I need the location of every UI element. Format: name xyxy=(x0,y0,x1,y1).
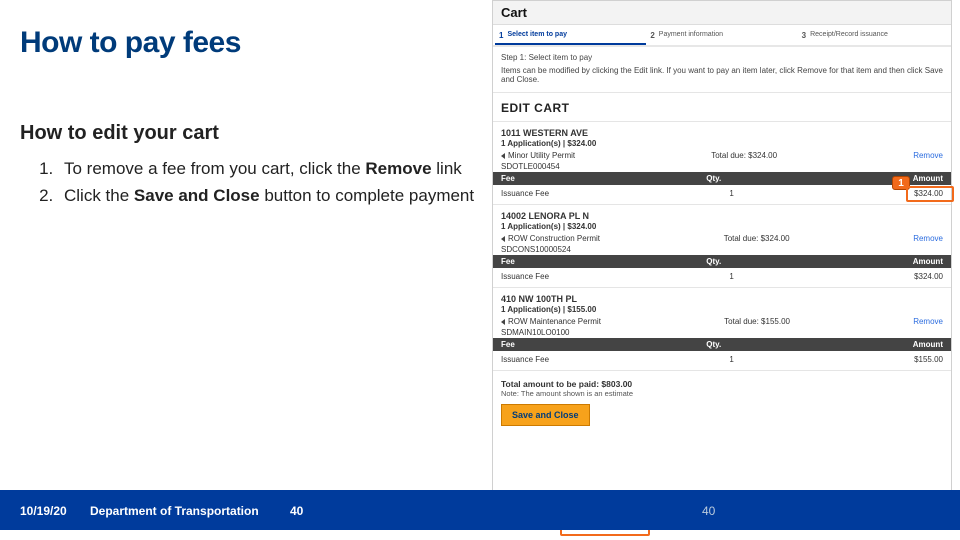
col-amount: Amount xyxy=(913,340,943,349)
fee-table-header: Fee Qty. Amount xyxy=(493,172,951,185)
permit-name: ROW Maintenance Permit xyxy=(501,317,601,326)
wizard-step-1[interactable]: 1 Select item to pay xyxy=(495,31,646,45)
wizard-steps: 1 Select item to pay 2 Payment informati… xyxy=(493,25,951,47)
col-amount: Amount xyxy=(913,174,943,183)
fee-amount: $324.00 xyxy=(914,272,943,281)
instruction-step-1: To remove a fee from you cart, click the… xyxy=(58,158,476,179)
item-address: 14002 LENORA PL N xyxy=(493,205,951,222)
footer-page-number: 40 xyxy=(290,504,303,518)
item-address: 410 NW 100TH PL xyxy=(493,288,951,305)
step-indicator-text: Step 1: Select item to pay xyxy=(493,47,951,62)
fee-name: Issuance Fee xyxy=(501,272,549,281)
instruction-list: To remove a fee from you cart, click the… xyxy=(36,158,476,213)
step-number: 1 xyxy=(499,31,503,40)
fee-table-header: Fee Qty. Amount xyxy=(493,255,951,268)
total-note: Note: The amount shown is an estimate xyxy=(501,389,943,398)
permit-name-text: Minor Utility Permit xyxy=(508,151,575,160)
callout-highlight-1 xyxy=(906,186,954,202)
slide-title: How to pay fees xyxy=(20,26,241,60)
fee-qty: 1 xyxy=(729,189,733,198)
item-summary: 1 Application(s) | $155.00 xyxy=(493,305,951,316)
item-summary: 1 Application(s) | $324.00 xyxy=(493,139,951,150)
permit-name-text: ROW Maintenance Permit xyxy=(508,317,601,326)
wizard-step-3[interactable]: 3 Receipt/Record issuance xyxy=(798,31,949,41)
fee-row: Issuance Fee 1 $324.00 xyxy=(493,185,951,204)
step-number: 2 xyxy=(650,31,654,40)
step-label: Payment information xyxy=(659,31,723,38)
remove-link[interactable]: Remove xyxy=(913,317,943,326)
item-summary: 1 Application(s) | $324.00 xyxy=(493,222,951,233)
col-qty: Qty. xyxy=(706,340,721,349)
permit-name: Minor Utility Permit xyxy=(501,151,575,160)
instruction-step-2: Click the Save and Close button to compl… xyxy=(58,185,476,206)
fee-row: Issuance Fee 1 $324.00 xyxy=(493,268,951,287)
col-amount: Amount xyxy=(913,257,943,266)
instruction-text: Items can be modified by clicking the Ed… xyxy=(493,62,951,93)
col-qty: Qty. xyxy=(706,257,721,266)
fee-amount: $155.00 xyxy=(914,355,943,364)
step2-suffix: button to complete payment xyxy=(260,186,475,205)
cart-item: 1011 WESTERN AVE 1 Application(s) | $324… xyxy=(493,122,951,205)
permit-id: SDOTLE000454 xyxy=(501,162,560,171)
col-qty: Qty. xyxy=(706,174,721,183)
cart-item: 14002 LENORA PL N 1 Application(s) | $32… xyxy=(493,205,951,288)
item-address: 1011 WESTERN AVE xyxy=(493,122,951,139)
step2-prefix: Click the xyxy=(64,186,134,205)
step-label: Select item to pay xyxy=(507,31,567,38)
footer-department: Department of Transportation xyxy=(90,504,259,518)
save-and-close-button[interactable]: Save and Close xyxy=(501,404,590,426)
fee-name: Issuance Fee xyxy=(501,189,549,198)
permit-name-text: ROW Construction Permit xyxy=(508,234,600,243)
chevron-down-icon xyxy=(501,236,505,242)
wizard-step-2[interactable]: 2 Payment information xyxy=(646,31,797,41)
fee-name: Issuance Fee xyxy=(501,355,549,364)
embedded-screenshot: Cart 1 Select item to pay 2 Payment info… xyxy=(492,0,952,520)
step1-prefix: To remove a fee from you cart, click the xyxy=(64,159,365,178)
total-due: Total due: $324.00 xyxy=(711,151,777,160)
permit-id: SDCONS10000524 xyxy=(501,245,571,254)
totals: Total amount to be paid: $803.00 Note: T… xyxy=(493,371,951,398)
remove-link[interactable]: Remove xyxy=(913,234,943,243)
footer-page-number-alt: 40 xyxy=(702,504,715,518)
step1-bold: Remove xyxy=(365,159,431,178)
slide-footer: 10/19/20 Department of Transportation 40… xyxy=(0,478,960,530)
chevron-down-icon xyxy=(501,319,505,325)
permit-name: ROW Construction Permit xyxy=(501,234,600,243)
slide-subtitle: How to edit your cart xyxy=(20,122,219,145)
total-due: Total due: $155.00 xyxy=(724,317,790,326)
footer-date: 10/19/20 xyxy=(20,504,67,518)
fee-row: Issuance Fee 1 $155.00 xyxy=(493,351,951,370)
step1-suffix: link xyxy=(432,159,462,178)
total-due: Total due: $324.00 xyxy=(724,234,790,243)
col-fee: Fee xyxy=(501,174,515,183)
col-fee: Fee xyxy=(501,340,515,349)
fee-table-header: Fee Qty. Amount xyxy=(493,338,951,351)
cart-heading: Cart xyxy=(493,1,951,25)
fee-qty: 1 xyxy=(729,355,733,364)
chevron-down-icon xyxy=(501,153,505,159)
remove-link[interactable]: Remove xyxy=(913,151,943,160)
step-number: 3 xyxy=(802,31,806,40)
total-amount: Total amount to be paid: $803.00 xyxy=(501,379,943,389)
edit-cart-heading: EDIT CART xyxy=(493,93,951,122)
step-label: Receipt/Record issuance xyxy=(810,31,888,38)
permit-id: SDMAIN10LO0100 xyxy=(501,328,569,337)
cart-item: 410 NW 100TH PL 1 Application(s) | $155.… xyxy=(493,288,951,371)
col-fee: Fee xyxy=(501,257,515,266)
fee-qty: 1 xyxy=(729,272,733,281)
step2-bold: Save and Close xyxy=(134,186,260,205)
